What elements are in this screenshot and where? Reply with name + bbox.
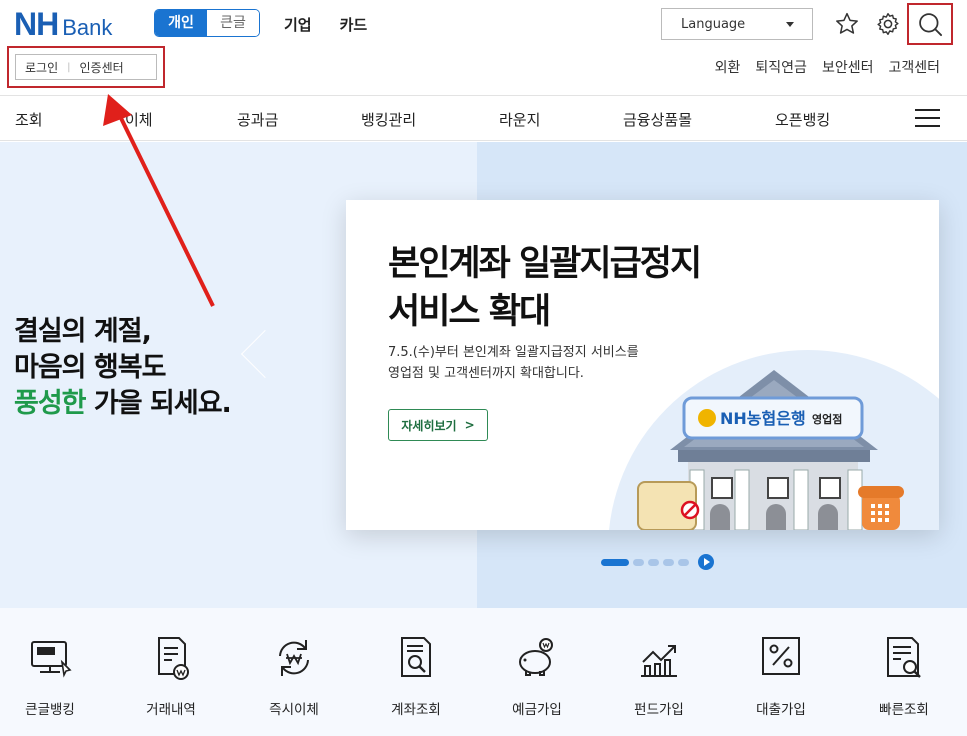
top-nav-card[interactable]: 카드 [340,14,368,35]
piggy-bank-icon [519,638,553,676]
main-nav: 조회 이체 공과금 뱅킹관리 라운지 금융상품몰 오픈뱅킹 [0,95,967,141]
nav-transfer[interactable]: 이체 [125,109,153,130]
greeting-line-2: 마음의 행복도 [14,352,166,383]
util-pension[interactable]: 퇴직연금 [755,57,807,77]
search-button[interactable] [907,3,953,45]
quick-deposit-signup[interactable]: 예금가입 [487,634,587,718]
greeting-line-1: 결실의 계절, [14,316,152,347]
util-foreign-exchange[interactable]: 외환 [715,57,741,77]
large-text-monitor-icon [31,641,72,678]
nav-inquiry[interactable]: 조회 [15,109,43,130]
cert-center-link[interactable]: 인증센터 [71,59,133,76]
logo-bank: Bank [62,15,113,40]
language-select[interactable]: Language [661,8,813,40]
settings-button[interactable] [872,8,904,40]
quick-menu: 큰글뱅킹 거래내역 즉시이체 계좌조회 예금가입 펀드가입 대출가입 빠른조회 [0,608,967,736]
quick-label: 큰글뱅킹 [25,702,75,718]
utility-nav: 외환 퇴직연금 보안센터 고객센터 [715,57,940,77]
document-search-icon [401,637,431,677]
mode-toggle: 개인 큰글 [154,9,260,37]
header: NH Bank 개인 큰글 기업 카드 Language 로그인 | 인증센터 … [0,0,967,95]
play-icon[interactable] [698,554,714,570]
promo-title: 본인계좌 일괄지급정지서비스 확대 [388,240,748,336]
quick-label: 예금가입 [512,702,562,718]
quick-fast-inquiry[interactable]: 빠른조회 [854,634,954,718]
nav-utility-bills[interactable]: 공과금 [237,109,278,130]
nav-financial-mall[interactable]: 금융상품몰 [623,109,692,130]
nav-banking-management[interactable]: 뱅킹관리 [361,109,416,130]
util-security-center[interactable]: 보안센터 [822,57,874,77]
favorites-button[interactable] [831,8,863,40]
chart-growth-icon [641,645,677,677]
document-search-icon [887,637,921,678]
greeting-line-3: 풍성한 가을 되세요. [14,386,232,422]
gear-icon [877,13,899,35]
slide-dot[interactable] [678,558,689,566]
nav-lounge[interactable]: 라운지 [499,109,540,130]
seasonal-greeting: 결실의 계절, 마음의 행복도 풍성한 가을 되세요. [14,314,232,422]
slide-dot-active[interactable] [601,558,629,566]
quick-account-inquiry[interactable]: 계좌조회 [366,634,466,718]
bank-sign-text: NH농협은행 [720,409,806,428]
slide-dot[interactable] [633,558,644,566]
quick-fund-signup[interactable]: 펀드가입 [609,634,709,718]
document-won-icon [158,637,189,680]
login-highlight: 로그인 | 인증센터 [7,46,165,88]
top-nav: 기업 카드 [284,14,367,35]
hero-banner: 결실의 계절, 마음의 행복도 풍성한 가을 되세요. 본인계좌 일괄지급정지서… [0,142,967,608]
quick-label: 계좌조회 [391,702,441,718]
nav-open-banking[interactable]: 오픈뱅킹 [775,109,830,130]
quick-loan-signup[interactable]: 대출가입 [731,634,831,718]
chevron-right-icon: > [464,418,475,432]
greeting-highlight: 풍성한 [14,388,87,419]
quick-label: 펀드가입 [634,702,684,718]
quick-transaction-history[interactable]: 거래내역 [121,634,221,718]
details-button[interactable]: 자세히보기 > [388,409,488,441]
quick-label: 대출가입 [756,702,806,718]
slide-dot[interactable] [663,558,674,566]
logo-nh: NH [14,6,59,42]
search-icon [919,13,943,37]
login-group: 로그인 | 인증센터 [15,54,157,80]
slide-pagination [601,554,714,570]
login-link[interactable]: 로그인 [16,59,67,76]
top-nav-corporate[interactable]: 기업 [284,14,312,35]
slide-dot[interactable] [648,558,659,566]
hamburger-menu-icon[interactable] [915,109,940,129]
previous-slide-arrow-icon[interactable] [240,329,290,379]
promo-title-line-1: 본인계좌 일괄지급정지 [388,244,702,284]
quick-large-text-banking[interactable]: 큰글뱅킹 [0,634,100,718]
promo-title-line-2: 서비스 확대 [388,292,551,332]
caret-down-icon [786,22,794,27]
promo-card: 본인계좌 일괄지급정지 서비스 확대 7.5.(수)부터 본인계좌 일괄지급정지 … [346,200,939,530]
details-button-label: 자세히보기 [401,418,457,433]
util-customer-center[interactable]: 고객센터 [888,57,940,77]
nh-bank-logo[interactable]: NH Bank [14,6,112,43]
bank-sign-sub: 영업점 [812,412,842,426]
mode-large-text-tab[interactable]: 큰글 [207,10,259,36]
language-label: Language [681,16,746,32]
percent-icon [762,637,800,675]
mode-personal-tab[interactable]: 개인 [155,10,207,36]
bank-building-illustration: NH농협은행 영업점 [609,350,939,530]
quick-label: 거래내역 [146,702,196,718]
quick-label: 즉시이체 [269,702,319,718]
quick-instant-transfer[interactable]: 즉시이체 [244,634,344,718]
star-icon [836,12,858,34]
quick-label: 빠른조회 [879,702,929,718]
greeting-rest: 가을 되세요. [85,388,232,419]
refresh-won-icon [279,640,309,676]
